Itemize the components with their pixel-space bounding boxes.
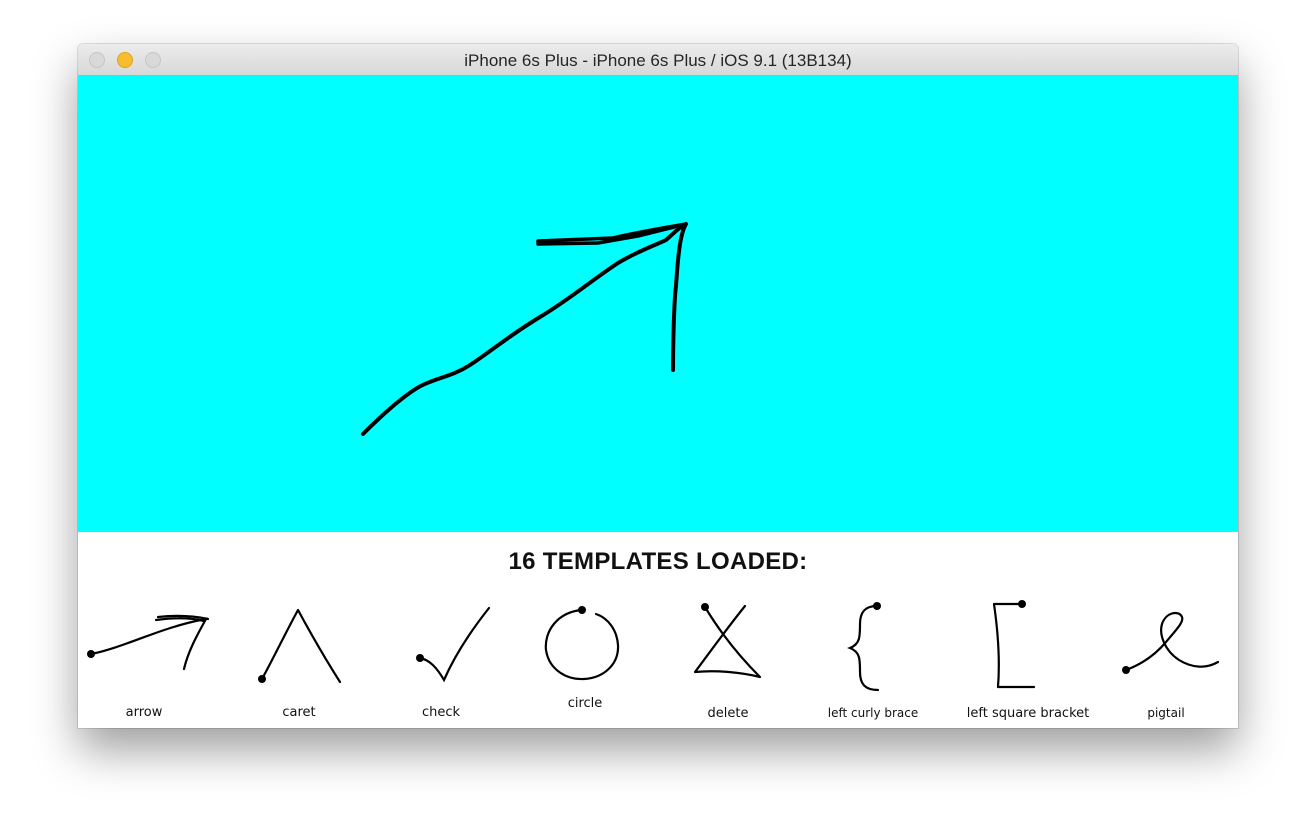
left-curly-brace-gesture-icon	[847, 602, 881, 692]
left-square-bracket-gesture-icon	[992, 600, 1036, 689]
caret-gesture-icon	[258, 608, 342, 684]
template-label: caret	[282, 705, 316, 720]
check-gesture-icon	[416, 606, 491, 683]
circle-gesture-icon	[544, 606, 620, 681]
template-label: left square bracket	[966, 706, 1090, 721]
template-label: arrow	[125, 705, 163, 720]
template-label: check	[421, 705, 461, 720]
templates-panel: 16 TEMPLATES LOADED: arrow caret check c…	[78, 532, 1238, 728]
pigtail-gesture-icon	[1122, 611, 1220, 674]
drawing-canvas[interactable]	[78, 76, 1238, 532]
template-label: delete	[707, 706, 749, 721]
template-label: circle	[567, 696, 603, 711]
drawn-stroke	[361, 222, 688, 436]
arrow-gesture-icon	[87, 614, 210, 671]
window-title: iPhone 6s Plus - iPhone 6s Plus / iOS 9.…	[464, 51, 852, 70]
title-bar[interactable]: iPhone 6s Plus - iPhone 6s Plus / iOS 9.…	[78, 44, 1238, 76]
templates-heading: 16 TEMPLATES LOADED:	[508, 548, 808, 575]
template-label: left curly brace	[827, 706, 919, 720]
delete-gesture-icon	[693, 603, 762, 679]
simulator-window: iPhone 6s Plus - iPhone 6s Plus / iOS 9.…	[78, 44, 1238, 728]
template-label: pigtail	[1147, 706, 1185, 720]
